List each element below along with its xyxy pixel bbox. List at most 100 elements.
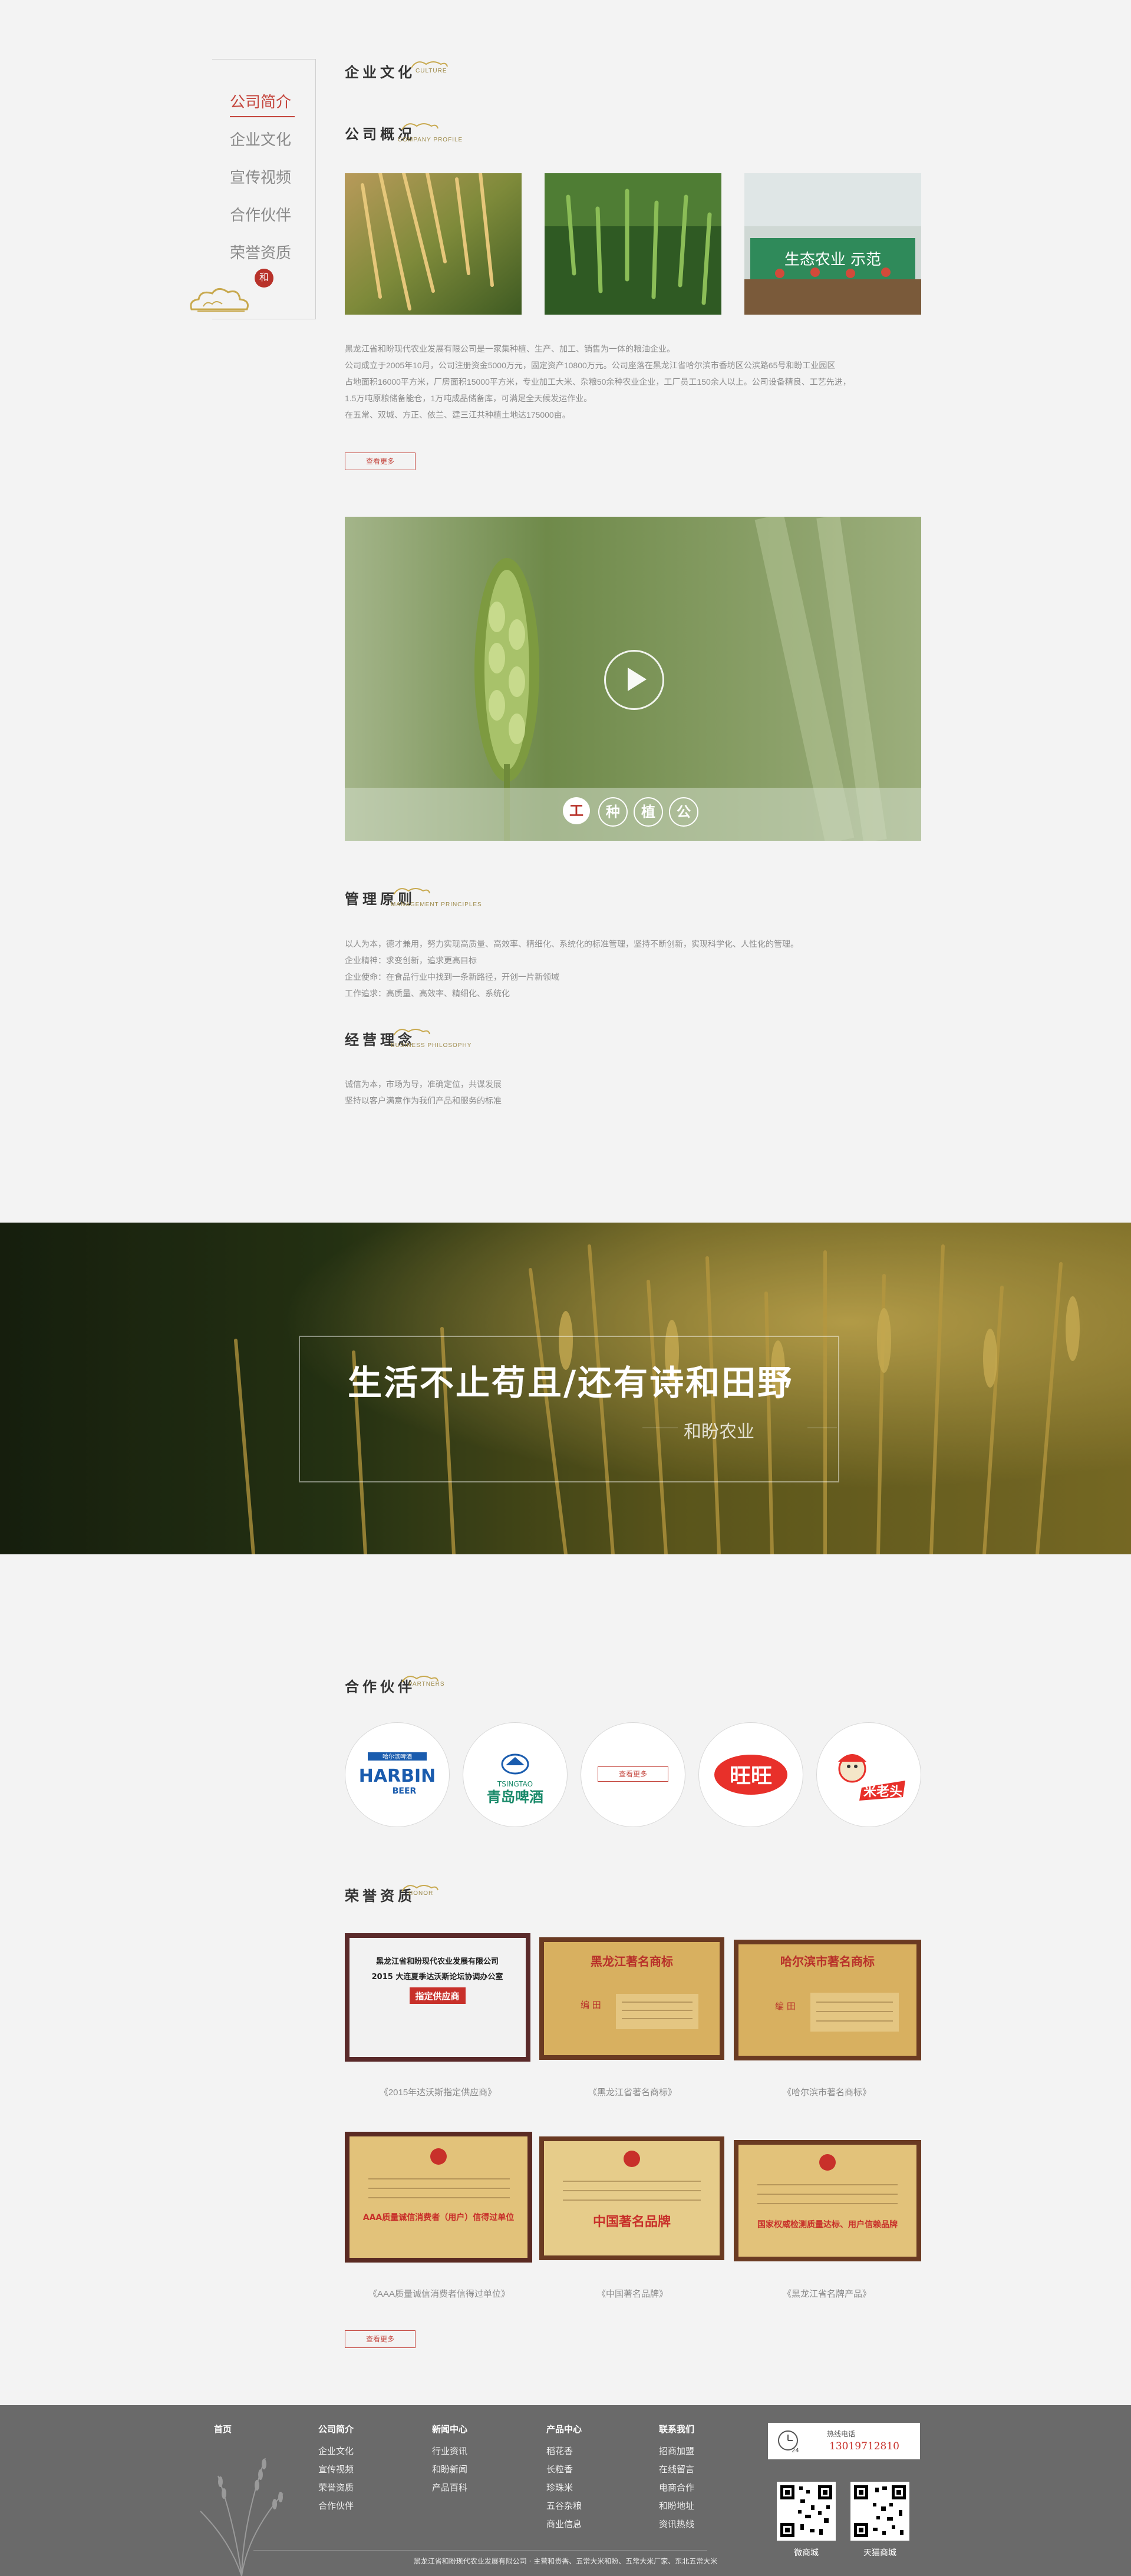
partner-name: HARBIN bbox=[359, 1766, 436, 1786]
sidebar-item-honors[interactable]: 荣誉资质 bbox=[230, 234, 306, 272]
footer: 首页 公司简介 企业文化 宣传视频 荣誉资质 合作伙伴 新闻中心 行业资讯 和盼… bbox=[0, 2405, 1131, 2576]
certificate-line: 指定供应商 bbox=[415, 1991, 459, 2002]
footer-link[interactable]: 珍珠米 bbox=[546, 2479, 582, 2497]
management-heading-en: MANAGEMENT PRINCIPLES bbox=[391, 901, 482, 908]
management-line: 工作追求：高质量、高效率、精细化、系统化 bbox=[345, 989, 510, 998]
philosophy-line: 坚持以客户满意作为我们产品和服务的标准 bbox=[345, 1096, 502, 1105]
profile-more-button[interactable]: 查看更多 bbox=[345, 453, 416, 470]
phone-24h-icon: 24 bbox=[778, 2430, 799, 2453]
management-line: 企业精神：求变创新，追求更高目标 bbox=[345, 956, 477, 965]
footer-link[interactable]: 在线留言 bbox=[659, 2461, 694, 2479]
footer-link[interactable]: 荣誉资质 bbox=[318, 2479, 354, 2497]
footer-link[interactable]: 商业信息 bbox=[546, 2515, 582, 2534]
profile-paragraph: 公司成立于2005年10月，公司注册资金5000万元，固定资产10800万元。公… bbox=[345, 361, 836, 370]
partner-logo-wangwang[interactable]: 旺旺 bbox=[698, 1722, 803, 1827]
copyright-text: 黑龙江省和盼现代农业发展有限公司 · 主营和贵香、五常大米和盼、五常大米厂家、东… bbox=[413, 2557, 718, 2565]
swirl-ornament-icon bbox=[401, 123, 438, 130]
partners-heading: 合作伙伴 PARTNERS bbox=[345, 1675, 522, 1699]
culture-heading-en: CULTURE bbox=[416, 68, 447, 74]
footer-link[interactable]: 和盼地址 bbox=[659, 2497, 694, 2515]
sidebar-nav: 公司简介 企业文化 宣传视频 合作伙伴 荣誉资质 bbox=[230, 83, 306, 272]
honors-more-button[interactable]: 查看更多 bbox=[345, 2330, 416, 2348]
footer-column-title[interactable]: 联系我们 bbox=[659, 2423, 694, 2435]
hotline-number[interactable]: 13019712810 bbox=[829, 2440, 899, 2452]
profile-text: 黑龙江省和盼现代农业发展有限公司是一家集种植、生产、加工、销售为一体的粮油企业。… bbox=[345, 341, 922, 423]
footer-link[interactable]: 宣传视频 bbox=[318, 2461, 354, 2479]
wheat-photo-2 bbox=[545, 173, 721, 315]
sidebar-item-video[interactable]: 宣传视频 bbox=[230, 158, 306, 196]
certificate-line: 中国著名品牌 bbox=[593, 2214, 671, 2230]
active-indicator bbox=[230, 116, 295, 117]
partner-logo-tsingtao[interactable]: TSINGTAO 青岛啤酒 bbox=[463, 1722, 568, 1827]
certificate-heilongjiang-trademark[interactable]: 黑龙江著名商标 编 田 bbox=[539, 1937, 724, 2060]
partners-more-button[interactable]: 查看更多 bbox=[598, 1766, 668, 1782]
qr-code-tmall-shop[interactable] bbox=[850, 2482, 909, 2541]
certificate-line: 黑龙江省和盼现代农业发展有限公司 bbox=[376, 1957, 499, 1966]
management-line: 企业使命：在食品行业中找到一条新路径，开创一片新领域 bbox=[345, 972, 559, 982]
certificate-aaa-quality[interactable]: AAA质量诚信消费者（用户）信得过单位 bbox=[345, 2132, 532, 2263]
profile-paragraph: 在五常、双城、方正、依兰、建三江共种植土地达175000亩。 bbox=[345, 410, 571, 420]
philosophy-line: 诚信为本，市场为导，准确定位，共谋发展 bbox=[345, 1079, 502, 1089]
certificate-davos[interactable]: 黑龙江省和盼现代农业发展有限公司 2015 大连夏季达沃斯论坛协调办公室 指定供… bbox=[345, 1933, 530, 2062]
footer-column-title[interactable]: 公司简介 bbox=[318, 2423, 354, 2435]
footer-link[interactable]: 和盼新闻 bbox=[432, 2461, 467, 2479]
partner-cn-label: 青岛啤酒 bbox=[487, 1789, 543, 1805]
profile-paragraph: 占地面积16000平方米，厂房面积15000平方米，专业加工大米、杂粮50余种农… bbox=[345, 377, 851, 387]
footer-link[interactable]: 电商合作 bbox=[659, 2479, 694, 2497]
footer-column-title[interactable]: 产品中心 bbox=[546, 2423, 582, 2435]
promo-video-player[interactable]: 工 种 植 公 bbox=[345, 517, 921, 841]
certificate-line: 黑龙江著名商标 bbox=[591, 1954, 673, 1969]
culture-heading-title: 企业文化 bbox=[345, 64, 416, 81]
qr-code-wechat-shop[interactable] bbox=[777, 2482, 836, 2541]
sidebar-item-partners[interactable]: 合作伙伴 bbox=[230, 196, 306, 234]
footer-column-company: 公司简介 企业文化 宣传视频 荣誉资质 合作伙伴 bbox=[318, 2423, 354, 2515]
footer-column-contact: 联系我们 招商加盟 在线留言 电商合作 和盼地址 资讯热线 bbox=[659, 2423, 694, 2534]
craft-badge: 公 bbox=[669, 797, 698, 827]
certificate-line: 编 田 bbox=[775, 2001, 796, 2012]
footer-divider bbox=[253, 2550, 707, 2551]
profile-heading-en: COMPANY PROFILE bbox=[398, 137, 463, 143]
swirl-ornament-icon bbox=[393, 888, 430, 895]
swirl-ornament-icon bbox=[393, 1029, 430, 1036]
footer-home-link[interactable]: 首页 bbox=[214, 2423, 232, 2435]
honors-heading: 荣誉资质 HONOR bbox=[345, 1884, 522, 1908]
partner-logo-harbin[interactable]: 哈尔滨啤酒 HARBIN BEER bbox=[345, 1722, 450, 1827]
farm-group-photo: 生态农业 示范 bbox=[744, 173, 921, 315]
footer-link[interactable]: 企业文化 bbox=[318, 2442, 354, 2461]
seal-icon: 和 bbox=[255, 269, 273, 288]
certificate-heilongjiang-brand[interactable]: 国家权威检测质量达标、用户信赖品牌 bbox=[734, 2140, 921, 2261]
certificate-line: 国家权威检测质量达标、用户信赖品牌 bbox=[757, 2220, 898, 2230]
footer-link[interactable]: 合作伙伴 bbox=[318, 2497, 354, 2515]
wheat-photo-1 bbox=[345, 173, 522, 315]
footer-link[interactable]: 长粒香 bbox=[546, 2461, 582, 2479]
philosophy-text: 诚信为本，市场为导，准确定位，共谋发展 坚持以客户满意作为我们产品和服务的标准 bbox=[345, 1076, 922, 1109]
partner-more-slot: 查看更多 bbox=[581, 1722, 685, 1827]
management-text: 以人为本，德才兼用，努力实现高质量、高效率、精细化、系统化的标准管理，坚持不断创… bbox=[345, 936, 922, 1002]
footer-link[interactable]: 五谷杂粮 bbox=[546, 2497, 582, 2515]
video-caption-bar bbox=[345, 788, 921, 841]
partner-name: TSINGTAO bbox=[497, 1780, 533, 1788]
partner-name: 米老头 bbox=[863, 1785, 902, 1799]
footer-column-title[interactable]: 新闻中心 bbox=[432, 2423, 467, 2435]
partner-logo-milaotou[interactable]: 米老头 bbox=[816, 1722, 921, 1827]
craft-badge: 植 bbox=[634, 797, 663, 827]
footer-link[interactable]: 稻花香 bbox=[546, 2442, 582, 2461]
footer-link[interactable]: 招商加盟 bbox=[659, 2442, 694, 2461]
certificate-caption: 《2015年达沃斯指定供应商》 bbox=[379, 2088, 497, 2098]
certificate-harbin-trademark[interactable]: 哈尔滨市著名商标 编 田 bbox=[734, 1940, 921, 2060]
sidebar-item-culture[interactable]: 企业文化 bbox=[230, 121, 306, 158]
footer-link[interactable]: 行业资讯 bbox=[432, 2442, 467, 2461]
partner-sub: BEER bbox=[393, 1786, 417, 1796]
footer-link[interactable]: 产品百科 bbox=[432, 2479, 467, 2497]
play-button[interactable] bbox=[604, 650, 664, 710]
honors-heading-en: HONOR bbox=[408, 1890, 434, 1897]
hotline-box: 24 热线电话 13019712810 bbox=[768, 2423, 920, 2459]
footer-link[interactable]: 资讯热线 bbox=[659, 2515, 694, 2534]
craft-badge: 工 bbox=[563, 797, 590, 824]
banner-subtitle: 和盼农业 bbox=[684, 1422, 754, 1442]
craft-badge: 种 bbox=[598, 797, 628, 827]
sidebar-item-company-intro[interactable]: 公司简介 bbox=[230, 83, 306, 121]
partner-name: 旺旺 bbox=[730, 1764, 772, 1788]
certificate-china-famous-brand[interactable]: 中国著名品牌 bbox=[539, 2136, 724, 2260]
certificate-line: 哈尔滨市著名商标 bbox=[780, 1954, 875, 1969]
